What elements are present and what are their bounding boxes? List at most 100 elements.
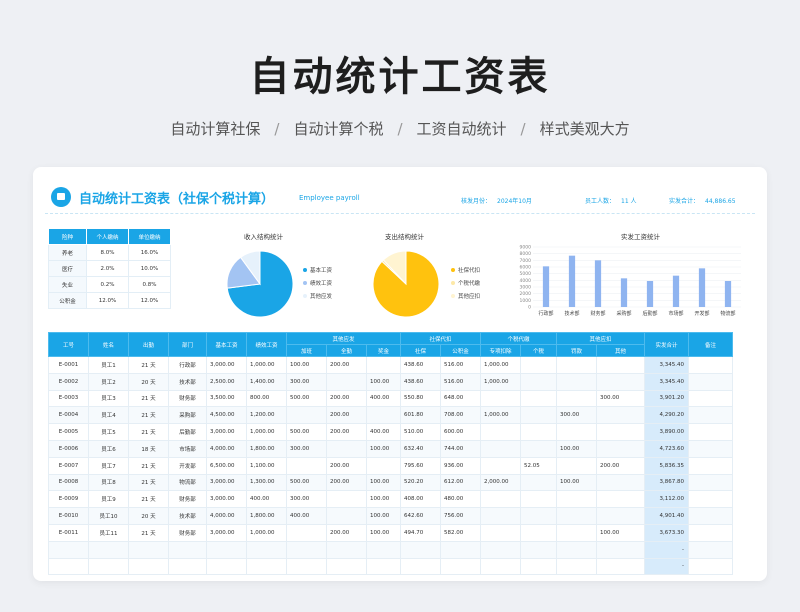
table-cell[interactable] — [520, 406, 557, 425]
table-cell[interactable]: E-0008 — [48, 473, 89, 492]
table-cell[interactable]: 3,000.00 — [206, 523, 247, 542]
table-cell[interactable] — [48, 540, 89, 559]
table-cell[interactable]: 员工7 — [88, 456, 129, 475]
table-cell[interactable] — [246, 557, 287, 576]
table-cell[interactable]: 1,800.00 — [246, 439, 287, 458]
col-header[interactable]: 实发合计 — [644, 332, 689, 357]
table-cell[interactable]: 21 天 — [128, 490, 169, 509]
table-cell[interactable]: 438.60 — [400, 356, 441, 374]
table-cell[interactable] — [556, 490, 597, 509]
table-cell[interactable] — [48, 557, 89, 576]
col-header[interactable]: 备注 — [688, 332, 733, 357]
table-cell[interactable]: 4,723.60 — [644, 439, 689, 458]
table-cell[interactable]: 500.00 — [286, 389, 327, 408]
table-cell[interactable] — [688, 389, 733, 408]
table-cell[interactable]: 1,000.00 — [246, 523, 287, 542]
table-cell[interactable]: 200.00 — [326, 523, 367, 542]
col-header[interactable]: 社保 — [400, 344, 441, 357]
table-cell[interactable] — [596, 372, 645, 391]
table-cell[interactable]: 200.00 — [326, 406, 367, 425]
table-cell[interactable] — [366, 356, 401, 374]
col-header[interactable]: 绩效工资 — [246, 332, 287, 357]
table-cell[interactable]: 200.00 — [326, 389, 367, 408]
table-cell[interactable] — [246, 540, 287, 559]
table-cell[interactable] — [688, 523, 733, 542]
table-cell[interactable]: 财务部 — [168, 523, 207, 542]
table-cell[interactable]: 1,000.00 — [480, 406, 521, 425]
table-cell[interactable]: 100.00 — [366, 473, 401, 492]
table-cell[interactable] — [206, 540, 247, 559]
table-cell[interactable]: 100.00 — [286, 356, 327, 374]
table-cell[interactable]: 642.60 — [400, 507, 441, 525]
table-cell[interactable]: 20 天 — [128, 372, 169, 391]
table-cell[interactable]: 员工9 — [88, 490, 129, 509]
table-cell[interactable]: 582.00 — [440, 523, 481, 542]
table-cell[interactable]: 员工10 — [88, 507, 129, 525]
table-cell[interactable] — [520, 356, 557, 374]
table-cell[interactable]: 21 天 — [128, 389, 169, 408]
table-cell[interactable]: E-0003 — [48, 389, 89, 408]
table-cell[interactable]: 510.00 — [400, 423, 441, 441]
table-cell[interactable] — [688, 473, 733, 492]
table-cell[interactable] — [400, 557, 441, 576]
table-cell[interactable]: 516.00 — [440, 356, 481, 374]
table-cell[interactable] — [88, 540, 129, 559]
table-cell[interactable]: 100.00 — [366, 507, 401, 525]
table-cell[interactable]: 3,345.40 — [644, 372, 689, 391]
table-cell[interactable] — [556, 356, 597, 374]
table-cell[interactable]: 1,000.00 — [480, 356, 521, 374]
table-cell[interactable] — [556, 372, 597, 391]
table-cell[interactable]: 21 天 — [128, 423, 169, 441]
table-cell[interactable]: 3,000.00 — [206, 356, 247, 374]
table-cell[interactable]: 技术部 — [168, 507, 207, 525]
table-cell[interactable]: 52.05 — [520, 456, 557, 475]
table-cell[interactable]: 4,500.00 — [206, 406, 247, 425]
table-cell[interactable] — [520, 490, 557, 509]
table-cell[interactable]: 200.00 — [326, 473, 367, 492]
col-header[interactable]: 全勤 — [326, 344, 367, 357]
table-cell[interactable]: 500.00 — [286, 473, 327, 492]
table-cell[interactable] — [88, 557, 129, 576]
table-cell[interactable] — [520, 540, 557, 559]
table-cell[interactable] — [206, 557, 247, 576]
table-cell[interactable]: 3,345.40 — [644, 356, 689, 374]
table-cell[interactable]: 300.00 — [286, 439, 327, 458]
table-cell[interactable]: 3,000.00 — [206, 490, 247, 509]
table-cell[interactable] — [596, 490, 645, 509]
table-cell[interactable]: - — [644, 540, 689, 559]
table-cell[interactable]: 3,000.00 — [206, 473, 247, 492]
table-cell[interactable]: 200.00 — [596, 456, 645, 475]
table-cell[interactable] — [286, 523, 327, 542]
table-cell[interactable] — [688, 356, 733, 374]
table-cell[interactable]: E-0011 — [48, 523, 89, 542]
table-cell[interactable]: 市场部 — [168, 439, 207, 458]
table-cell[interactable]: 400.00 — [286, 507, 327, 525]
table-cell[interactable] — [556, 456, 597, 475]
table-cell[interactable]: 438.60 — [400, 372, 441, 391]
table-cell[interactable] — [556, 557, 597, 576]
table-cell[interactable]: 795.60 — [400, 456, 441, 475]
table-cell[interactable]: 708.00 — [440, 406, 481, 425]
table-cell[interactable]: 2,000.00 — [480, 473, 521, 492]
table-cell[interactable] — [688, 490, 733, 509]
table-cell[interactable]: 18 天 — [128, 439, 169, 458]
table-cell[interactable] — [286, 456, 327, 475]
table-cell[interactable] — [168, 557, 207, 576]
col-header[interactable]: 其他 — [596, 344, 645, 357]
table-cell[interactable]: 1,300.00 — [246, 473, 287, 492]
table-cell[interactable]: 员工11 — [88, 523, 129, 542]
table-cell[interactable]: 3,867.80 — [644, 473, 689, 492]
table-cell[interactable] — [556, 389, 597, 408]
table-cell[interactable] — [326, 540, 367, 559]
table-cell[interactable]: 21 天 — [128, 406, 169, 425]
table-cell[interactable]: 1,000.00 — [480, 372, 521, 391]
table-cell[interactable] — [480, 490, 521, 509]
table-cell[interactable]: 300.00 — [286, 372, 327, 391]
table-cell[interactable] — [688, 456, 733, 475]
table-cell[interactable] — [286, 406, 327, 425]
table-cell[interactable] — [520, 372, 557, 391]
table-cell[interactable]: E-0010 — [48, 507, 89, 525]
group-header-other-deduct[interactable]: 其他应扣 — [556, 332, 645, 345]
table-cell[interactable]: 开发部 — [168, 456, 207, 475]
table-cell[interactable]: 200.00 — [326, 356, 367, 374]
